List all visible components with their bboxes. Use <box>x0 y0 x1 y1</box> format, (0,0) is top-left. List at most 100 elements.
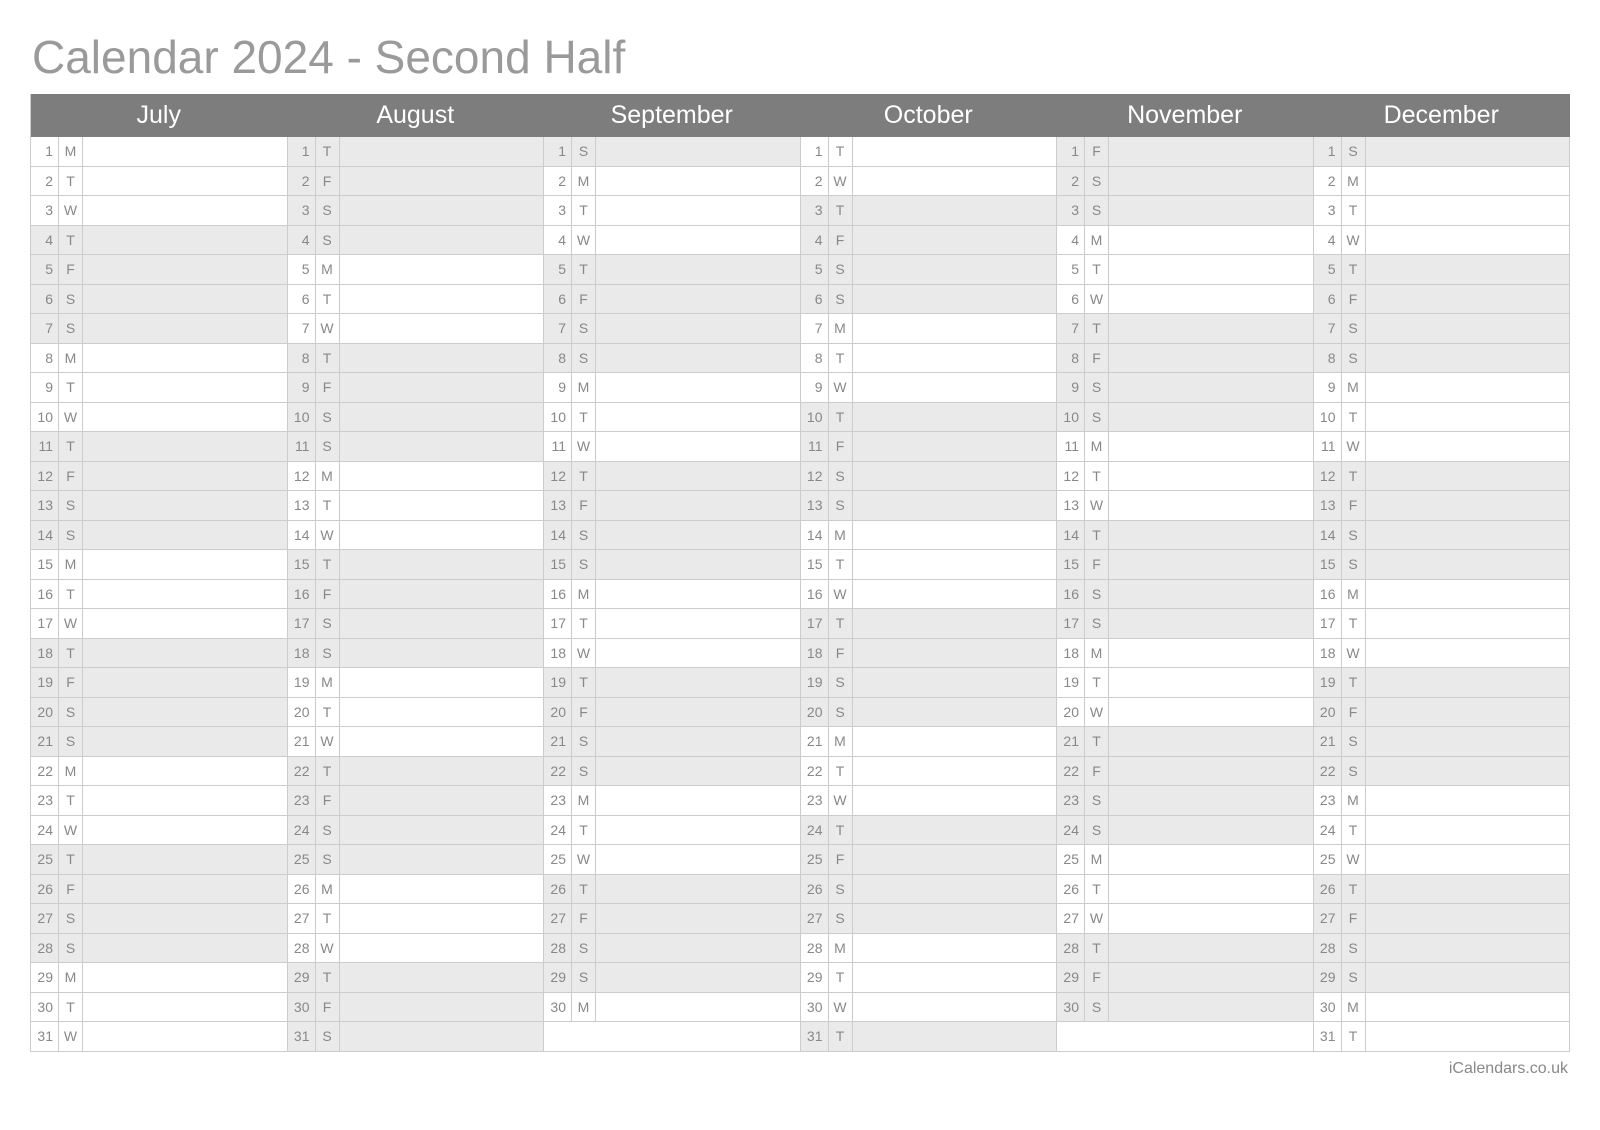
day-space <box>1366 580 1570 609</box>
day-of-week: F <box>1342 698 1366 727</box>
day-of-week: T <box>59 580 83 609</box>
day-space <box>853 963 1057 992</box>
day-row: 29S <box>544 963 801 993</box>
day-of-week: T <box>572 609 596 638</box>
day-row: 3S <box>1057 196 1314 226</box>
day-row: 17T <box>1314 609 1571 639</box>
day-row: 4F <box>801 226 1058 256</box>
day-space <box>596 432 800 461</box>
day-space <box>1109 403 1313 432</box>
day-row: 25T <box>31 845 288 875</box>
day-row: 11T <box>31 432 288 462</box>
day-of-week: T <box>829 196 853 225</box>
day-row: 19F <box>31 668 288 698</box>
day-number: 18 <box>544 639 572 668</box>
day-number: 26 <box>1314 875 1342 904</box>
day-of-week: W <box>59 1022 83 1051</box>
day-of-week: M <box>59 757 83 786</box>
day-row: 13S <box>31 491 288 521</box>
day-row: 4S <box>288 226 545 256</box>
day-number: 19 <box>31 668 59 697</box>
day-space <box>340 373 544 402</box>
day-number: 20 <box>801 698 829 727</box>
calendar-grid: July1M2T3W4T5F6S7S8M9T10W11T12F13S14S15M… <box>30 94 1570 1052</box>
day-space <box>1366 550 1570 579</box>
day-space <box>596 196 800 225</box>
day-space <box>83 226 287 255</box>
day-space <box>1366 255 1570 284</box>
day-row: 17S <box>1057 609 1314 639</box>
day-space <box>1366 521 1570 550</box>
day-space <box>83 167 287 196</box>
day-number: 30 <box>544 993 572 1022</box>
day-row: 8S <box>1314 344 1571 374</box>
day-row: 23S <box>1057 786 1314 816</box>
month-header: November <box>1057 94 1314 137</box>
day-of-week: W <box>829 373 853 402</box>
day-of-week: M <box>1342 167 1366 196</box>
day-row: 14S <box>1314 521 1571 551</box>
day-space <box>340 196 544 225</box>
day-row: 27W <box>1057 904 1314 934</box>
day-of-week: T <box>59 432 83 461</box>
day-number: 24 <box>1057 816 1085 845</box>
day-of-week: S <box>316 1022 340 1051</box>
day-row: 6T <box>288 285 545 315</box>
day-row: 1F <box>1057 137 1314 167</box>
day-space <box>1109 757 1313 786</box>
day-space <box>1109 226 1313 255</box>
day-of-week: F <box>316 373 340 402</box>
day-space <box>596 580 800 609</box>
day-row: 26S <box>801 875 1058 905</box>
day-of-week: T <box>1085 875 1109 904</box>
day-space <box>83 550 287 579</box>
day-number: 30 <box>288 993 316 1022</box>
day-space <box>340 226 544 255</box>
day-space <box>83 904 287 933</box>
day-number: 1 <box>544 137 572 166</box>
day-space <box>1366 432 1570 461</box>
day-space <box>596 639 800 668</box>
day-space <box>1366 993 1570 1022</box>
day-number: 16 <box>801 580 829 609</box>
day-row: 7W <box>288 314 545 344</box>
day-of-week: T <box>1342 668 1366 697</box>
day-of-week: T <box>829 963 853 992</box>
day-number: 1 <box>1314 137 1342 166</box>
day-row: 2M <box>544 167 801 197</box>
day-row: 13W <box>1057 491 1314 521</box>
day-of-week: S <box>316 196 340 225</box>
day-row: 17S <box>288 609 545 639</box>
day-number: 16 <box>31 580 59 609</box>
day-space <box>1366 727 1570 756</box>
day-number: 3 <box>1057 196 1085 225</box>
day-space <box>1109 196 1313 225</box>
day-number: 17 <box>31 609 59 638</box>
day-number: 19 <box>288 668 316 697</box>
month-column: October1T2W3T4F5S6S7M8T9W10T11F12S13S14M… <box>801 94 1058 1052</box>
day-of-week: W <box>59 816 83 845</box>
day-number: 11 <box>1057 432 1085 461</box>
day-row: 14T <box>1057 521 1314 551</box>
day-of-week: T <box>572 668 596 697</box>
day-of-week: W <box>1342 845 1366 874</box>
day-of-week: F <box>572 904 596 933</box>
day-of-week: S <box>316 403 340 432</box>
day-number: 19 <box>1057 668 1085 697</box>
day-number: 11 <box>31 432 59 461</box>
day-number: 27 <box>1057 904 1085 933</box>
day-space <box>340 786 544 815</box>
day-of-week: T <box>829 550 853 579</box>
day-space <box>1109 344 1313 373</box>
day-of-week: T <box>316 698 340 727</box>
day-space <box>1366 1022 1570 1051</box>
day-number: 12 <box>544 462 572 491</box>
day-number: 31 <box>801 1022 829 1051</box>
day-row: 2F <box>288 167 545 197</box>
day-of-week: F <box>1342 904 1366 933</box>
day-of-week: M <box>1085 845 1109 874</box>
day-of-week: T <box>316 757 340 786</box>
day-of-week: F <box>1085 757 1109 786</box>
day-row: 30M <box>1314 993 1571 1023</box>
day-of-week: T <box>1342 196 1366 225</box>
